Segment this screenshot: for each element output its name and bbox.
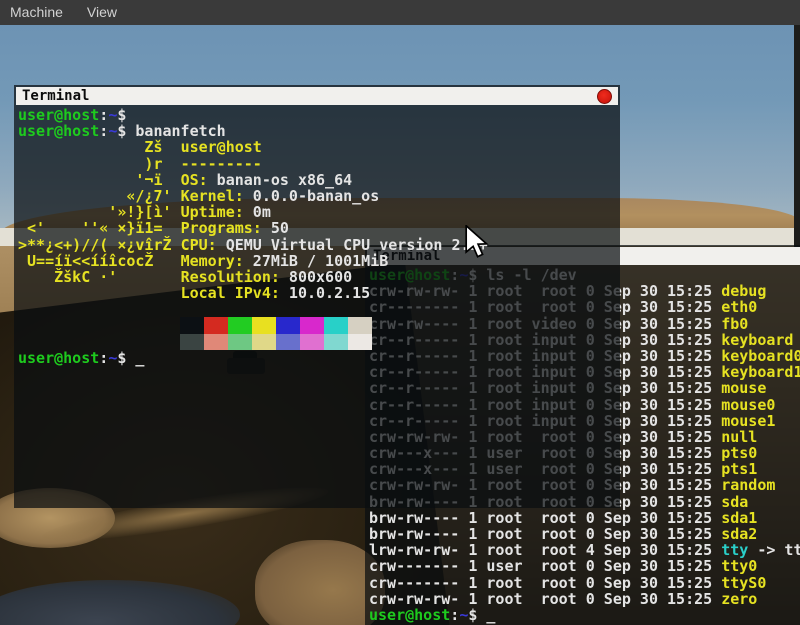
palette-swatch [300, 334, 324, 350]
palette-swatch [180, 317, 204, 333]
terminal-text: user@host [369, 606, 450, 624]
terminal-text: Local IPv4: [181, 284, 280, 302]
palette-swatch [276, 334, 300, 350]
ls-row: crw------- 1 root root 0 Sep 30 15:25 tt… [369, 575, 800, 591]
fetch-line: >**¿<+)//( ×¿vîrŽ CPU: QEMU Virtual CPU … [18, 237, 620, 253]
ls-row: crw-rw-rw- 1 root root 0 Sep 30 15:25 ze… [369, 591, 800, 607]
vm-screen: Machine View Terminal user@host:~$ ls -l… [0, 0, 800, 625]
terminal-text: : [99, 349, 108, 367]
fetch-line: Local IPv4: 10.0.2.15 [18, 285, 620, 301]
fetch-line: «/¿7' Kernel: 0.0.0-banan_os [18, 188, 620, 204]
terminal1-prompt-line: user@host:~$ _ [18, 350, 620, 366]
close-button-icon[interactable] [597, 89, 612, 104]
fetch-line: '¬ï OS: banan-os x86_64 [18, 172, 620, 188]
palette-swatch [228, 317, 252, 333]
palette-swatch [300, 317, 324, 333]
terminal-text: _ [477, 606, 495, 624]
terminal1-prompt-line: user@host:~$ [18, 107, 620, 123]
menu-item-view[interactable]: View [75, 0, 129, 25]
palette-swatch [348, 334, 372, 350]
terminal-text: user@host [18, 349, 99, 367]
fetch-line: Zš user@host [18, 139, 620, 155]
palette-swatch [204, 334, 228, 350]
palette-swatch [348, 317, 372, 333]
palette-swatch [324, 334, 348, 350]
terminal-text: ~ [459, 606, 468, 624]
palette-swatch [180, 334, 204, 350]
fetch-line: '»!}[ì' Uptime: 0m [18, 204, 620, 220]
terminal1-content[interactable]: user@host:~$ user@host:~$ bananfetch Zš … [14, 105, 620, 366]
terminal-text: zero [721, 590, 757, 608]
ls-row: crw------- 1 user root 0 Sep 30 15:25 tt… [369, 558, 800, 574]
fetch-line: <' ''« ×}ï1= Programs: 50 [18, 220, 620, 236]
menu-bar: Machine View [0, 0, 800, 25]
terminal-text: ~ [108, 349, 117, 367]
palette-swatch [324, 317, 348, 333]
terminal-text: 10.0.2.15 [280, 284, 370, 302]
terminal2-prompt-line: user@host:~$ _ [369, 607, 800, 623]
terminal-window-bananfetch[interactable]: Terminal user@host:~$ user@host:~$ banan… [14, 85, 620, 508]
mouse-pointer-icon [464, 225, 490, 259]
ls-row: brw-rw---- 1 root root 0 Sep 30 15:25 sd… [369, 510, 800, 526]
menu-item-machine[interactable]: Machine [0, 0, 75, 25]
palette-swatch [276, 317, 300, 333]
fetch-line: U==íï<<ííîcocŽ Memory: 27MiB / 1001MiB [18, 253, 620, 269]
terminal1-command-line: user@host:~$ bananfetch [18, 123, 620, 139]
terminal1-titlebar[interactable]: Terminal [16, 87, 618, 105]
wallpaper-edge-strip [794, 25, 800, 250]
terminal-text: _ [126, 349, 144, 367]
blank-line [18, 301, 620, 317]
color-palette-row-bright [180, 334, 620, 350]
color-palette-row-normal [180, 317, 620, 333]
fetch-line: )r --------- [18, 156, 620, 172]
palette-swatch [228, 334, 252, 350]
ls-row: brw-rw---- 1 root root 0 Sep 30 15:25 sd… [369, 526, 800, 542]
palette-swatch [204, 317, 228, 333]
palette-swatch [252, 334, 276, 350]
palette-swatch [252, 317, 276, 333]
ls-row: lrw-rw-rw- 1 root root 4 Sep 30 15:25 tt… [369, 542, 800, 558]
terminal-text: : [450, 606, 459, 624]
terminal-text [18, 284, 181, 302]
terminal1-title: Terminal [16, 87, 89, 105]
fetch-line: ŽškC ·' Resolution: 800x600 [18, 269, 620, 285]
